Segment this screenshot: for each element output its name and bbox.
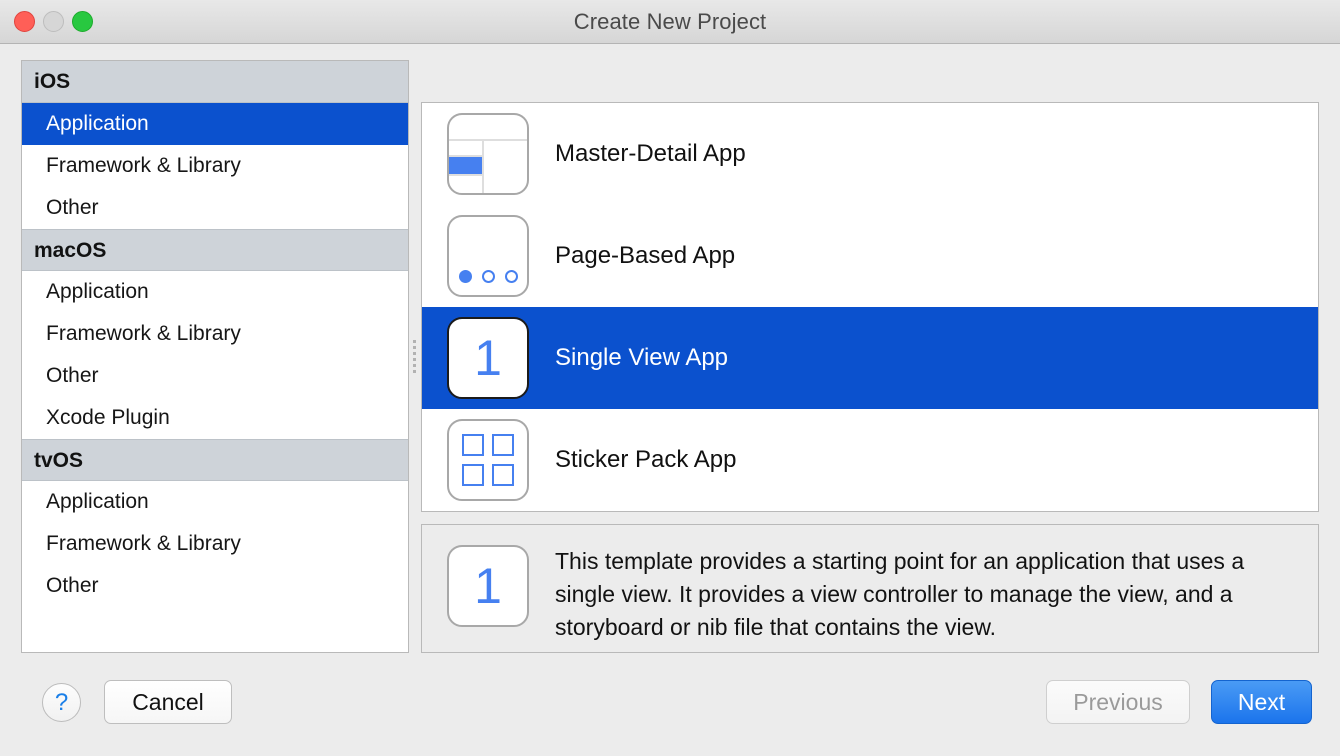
template-description-panel: 1 This template provides a starting poin… — [421, 524, 1319, 653]
sidebar-item-ios-other[interactable]: Other — [22, 187, 408, 229]
template-list[interactable]: Master-Detail App Page-Based App 1 Singl… — [421, 102, 1319, 512]
template-row-page-based-app[interactable]: Page-Based App — [422, 205, 1318, 307]
sidebar-group-header-tvos: tvOS — [22, 439, 408, 481]
dialog-footer: ? Cancel Previous Next — [0, 668, 1340, 756]
template-row-sticker-pack-app[interactable]: Sticker Pack App — [422, 409, 1318, 511]
dialog-content: iOS Application Framework & Library Othe… — [0, 44, 1340, 756]
sidebar-group-header-ios: iOS — [22, 61, 408, 103]
sidebar-item-macos-framework-library[interactable]: Framework & Library — [22, 313, 408, 355]
sticker-pack-icon — [447, 419, 529, 501]
help-icon[interactable]: ? — [42, 683, 81, 722]
page-based-icon — [447, 215, 529, 297]
template-row-master-detail-app[interactable]: Master-Detail App — [422, 103, 1318, 205]
cancel-button[interactable]: Cancel — [104, 680, 232, 724]
previous-button[interactable]: Previous — [1046, 680, 1190, 724]
sidebar-group-header-macos: macOS — [22, 229, 408, 271]
template-row-single-view-app[interactable]: 1 Single View App — [422, 307, 1318, 409]
splitter-grip-icon — [410, 339, 418, 374]
template-label: Master-Detail App — [555, 140, 746, 167]
sidebar-item-ios-framework-library[interactable]: Framework & Library — [22, 145, 408, 187]
single-view-icon: 1 — [447, 317, 529, 399]
template-label: Sticker Pack App — [555, 446, 737, 473]
sidebar-item-tvos-application[interactable]: Application — [22, 481, 408, 523]
sidebar-item-tvos-framework-library[interactable]: Framework & Library — [22, 523, 408, 565]
window-title: Create New Project — [573, 9, 767, 34]
template-label: Single View App — [555, 344, 729, 371]
next-button[interactable]: Next — [1211, 680, 1312, 724]
titlebar: Create New Project — [0, 0, 1340, 44]
pane-splitter[interactable] — [409, 60, 419, 653]
single-view-glyph: 1 — [474, 330, 502, 386]
sidebar-item-tvos-other[interactable]: Other — [22, 565, 408, 607]
master-detail-icon — [447, 113, 529, 195]
single-view-icon: 1 — [447, 545, 529, 627]
template-description-text: This template provides a starting point … — [555, 548, 1245, 640]
sidebar-item-macos-xcode-plugin[interactable]: Xcode Plugin — [22, 397, 408, 439]
create-new-project-dialog: Create New Project iOS Application Frame… — [0, 0, 1340, 756]
template-label: Page-Based App — [555, 242, 736, 269]
sidebar-item-ios-application[interactable]: Application — [22, 103, 408, 145]
platform-category-list[interactable]: iOS Application Framework & Library Othe… — [21, 60, 409, 653]
sidebar-item-macos-other[interactable]: Other — [22, 355, 408, 397]
single-view-glyph: 1 — [474, 558, 502, 614]
sidebar-item-macos-application[interactable]: Application — [22, 271, 408, 313]
